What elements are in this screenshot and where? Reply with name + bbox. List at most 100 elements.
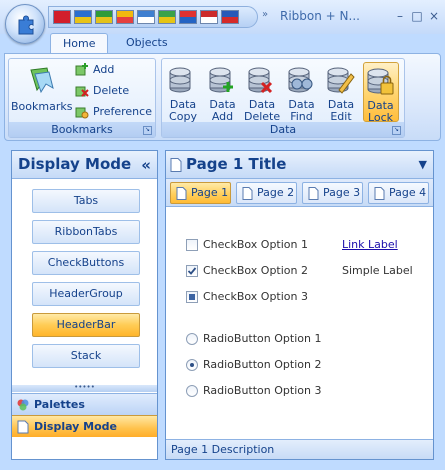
mode-button-ribbontabs[interactable]: RibbonTabs	[32, 220, 140, 244]
checkbox-unchecked[interactable]	[186, 239, 198, 251]
page-tab-label: Page 2	[257, 186, 295, 199]
page-tab-2[interactable]: Page 2	[236, 182, 297, 204]
page-title: Page 1 Title	[186, 155, 287, 173]
radio-option-2[interactable]: RadioButton Option 2	[186, 357, 321, 373]
qat-flag-icon[interactable]	[116, 10, 134, 24]
radio-option-1[interactable]: RadioButton Option 1	[186, 331, 321, 347]
page-tab-3[interactable]: Page 3	[302, 182, 363, 204]
navigator-splitter[interactable]: •••••	[12, 384, 157, 392]
maximize-button[interactable]: □	[409, 8, 425, 24]
mode-button-stack[interactable]: Stack	[32, 344, 140, 368]
page-icon	[242, 187, 253, 200]
delete-label: Delete	[93, 84, 130, 97]
minimize-button[interactable]: –	[392, 8, 408, 24]
radio-option-2-label: RadioButton Option 2	[203, 358, 322, 371]
navigator-header: Display Mode	[12, 151, 157, 179]
page-tab-4[interactable]: Page 4	[368, 182, 429, 204]
checkbox-option-2[interactable]: CheckBox Option 2	[186, 263, 308, 279]
database-add-icon	[209, 67, 233, 93]
data-lock-button[interactable]: Data Lock	[362, 62, 399, 124]
data-button-label-line2: Edit	[330, 110, 352, 123]
page-icon	[176, 187, 187, 200]
qat-flag-icon[interactable]	[95, 10, 113, 24]
palette-icon	[17, 399, 29, 411]
database-find-icon	[288, 67, 312, 93]
database-edit-icon	[327, 67, 355, 94]
link-label[interactable]: Link Label	[342, 237, 398, 253]
data-group-caption: Data	[162, 122, 404, 137]
radio-checked[interactable]	[186, 359, 198, 371]
data-find-button[interactable]: Data Find	[284, 62, 320, 123]
window-title: Ribbon + N...	[280, 9, 360, 23]
page-tab-1[interactable]: Page 1	[170, 182, 231, 204]
navigator-collapse-button[interactable]: «	[141, 156, 151, 174]
page-tab-label: Page 4	[389, 186, 427, 199]
data-group: Data ↘ Data Copy Data Add Data Delete Data Find…	[161, 58, 405, 138]
data-copy-button[interactable]: Data Copy	[165, 62, 201, 123]
data-dialog-launcher[interactable]: ↘	[392, 126, 401, 135]
bookmarks-icon	[30, 67, 54, 94]
radio-unchecked[interactable]	[186, 333, 198, 345]
page-dropdown-button[interactable]: ▼	[419, 158, 427, 171]
data-button-label-line2: Find	[290, 110, 313, 123]
checkmark-icon	[187, 267, 197, 275]
qat-flag-icon[interactable]	[53, 10, 71, 24]
tab-objects[interactable]: Objects	[114, 33, 180, 53]
add-bookmark-button[interactable]: Add	[75, 61, 114, 79]
checkbox-option-1[interactable]: CheckBox Option 1	[186, 237, 308, 253]
data-edit-button[interactable]: Data Edit	[323, 62, 359, 123]
delete-icon	[75, 86, 89, 97]
data-button-label-line2: Add	[211, 110, 234, 123]
bookmarks-dialog-launcher[interactable]: ↘	[143, 126, 152, 135]
bookmarks-group-caption: Bookmarks	[9, 122, 155, 137]
add-icon	[75, 63, 88, 76]
database-lock-icon	[367, 68, 393, 95]
radio-option-3[interactable]: RadioButton Option 3	[186, 383, 321, 399]
qat-flag-icon[interactable]	[137, 10, 155, 24]
delete-bookmark-button[interactable]: Delete	[75, 82, 129, 100]
qat-customize-button[interactable]: »	[262, 9, 268, 20]
preference-button[interactable]: Preference	[75, 103, 152, 121]
page-header: Page 1 Title	[166, 151, 433, 179]
checkbox-indeterminate[interactable]	[186, 291, 198, 303]
qat-flag-icon[interactable]	[179, 10, 197, 24]
bookmarks-button[interactable]: Bookmarks	[11, 62, 73, 122]
qat-flag-icon[interactable]	[200, 10, 218, 24]
application-button[interactable]	[5, 4, 45, 44]
data-button-label-line2: Lock	[367, 111, 394, 124]
page-tab-label: Page 1	[191, 186, 229, 199]
stack-palettes-label: Palettes	[34, 398, 85, 411]
close-button[interactable]: ×	[426, 8, 442, 24]
database-delete-icon	[248, 67, 273, 94]
preference-icon	[75, 107, 89, 119]
checkbox-option-1-label: CheckBox Option 1	[203, 238, 308, 251]
qat-flag-icon[interactable]	[221, 10, 239, 24]
page-icon	[170, 158, 182, 172]
data-add-button[interactable]: Data Add	[205, 62, 241, 123]
bookmarks-button-label: Bookmarks	[11, 100, 73, 113]
database-copy-icon	[169, 67, 191, 93]
mode-button-headergroup[interactable]: HeaderGroup	[32, 282, 140, 306]
stack-display-mode-label: Display Mode	[34, 420, 118, 433]
checkbox-option-2-label: CheckBox Option 2	[203, 264, 308, 277]
data-delete-button[interactable]: Data Delete	[244, 62, 280, 123]
checkbox-checked[interactable]	[186, 265, 198, 277]
radio-unchecked[interactable]	[186, 385, 198, 397]
qat-flag-icon[interactable]	[158, 10, 176, 24]
add-label: Add	[93, 63, 115, 76]
checkbox-option-3[interactable]: CheckBox Option 3	[186, 289, 308, 305]
simple-label: Simple Label	[342, 264, 413, 277]
mode-button-checkbuttons[interactable]: CheckButtons	[32, 251, 140, 275]
page-icon	[17, 420, 29, 434]
tab-home[interactable]: Home	[50, 33, 109, 54]
page-panel: Page 1 Title ▼ Page 1 Page 2 Page 3 Page 4 …	[165, 150, 434, 460]
stack-display-mode[interactable]: Display Mode	[12, 415, 157, 437]
stack-palettes[interactable]: Palettes	[12, 393, 157, 415]
mode-button-headerbar[interactable]: HeaderBar	[32, 313, 140, 337]
page-description: Page 1 Description	[166, 439, 433, 459]
qat-flag-icon[interactable]	[74, 10, 92, 24]
puzzle-icon	[18, 15, 34, 35]
mode-button-tabs[interactable]: Tabs	[32, 189, 140, 213]
radio-option-1-label: RadioButton Option 1	[203, 332, 322, 345]
page-tab-label: Page 3	[323, 186, 361, 199]
